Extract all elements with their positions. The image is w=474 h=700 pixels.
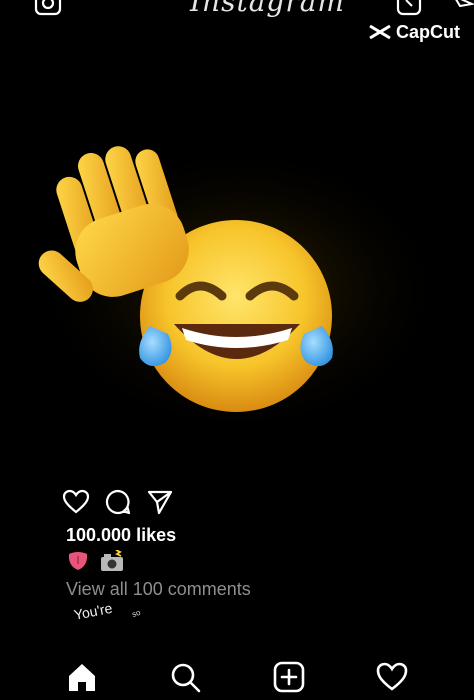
post-actions — [62, 486, 174, 518]
activity-heart-icon[interactable] — [375, 660, 409, 694]
tongue-icon — [68, 552, 88, 570]
comment-icon[interactable] — [104, 488, 132, 516]
share-icon[interactable] — [146, 488, 174, 516]
capcut-logo-icon — [369, 24, 391, 40]
capcut-watermark: CapCut — [368, 20, 460, 44]
app-title: Instagram — [190, 0, 345, 18]
post-media[interactable] — [0, 120, 474, 450]
capcut-label: CapCut — [396, 21, 460, 42]
post-media-art — [30, 140, 450, 440]
send-icon[interactable] — [452, 0, 474, 16]
bottom-nav — [0, 654, 474, 700]
view-all-comments-link[interactable]: View all 100 comments — [66, 578, 251, 600]
add-post-icon[interactable] — [272, 660, 306, 694]
camera-icon[interactable] — [34, 0, 62, 16]
camera-with-flash-icon — [101, 550, 123, 571]
caption-emojis — [66, 550, 124, 572]
comment-typing-text: You're — [72, 599, 114, 623]
home-icon[interactable] — [65, 660, 99, 694]
instagram-post-screen: Instagram CapCut 100.000 likes View all … — [0, 0, 474, 700]
search-icon[interactable] — [168, 660, 202, 694]
likes-count[interactable]: 100.000 likes — [66, 524, 176, 546]
igtv-icon[interactable] — [396, 0, 422, 16]
comment-typing-text-small: so — [130, 607, 142, 620]
heart-icon[interactable] — [62, 488, 90, 516]
